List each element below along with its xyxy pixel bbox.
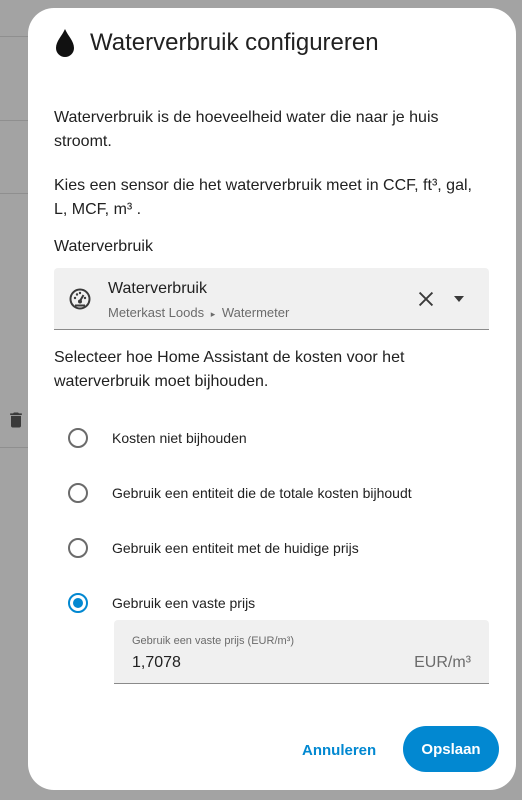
dialog-header: Waterverbruik configureren: [54, 28, 379, 58]
cost-option-fixed-price[interactable]: Gebruik een vaste prijs: [68, 593, 255, 613]
radio-button-selected[interactable]: [68, 593, 88, 613]
fixed-price-input[interactable]: 1,7078: [132, 654, 181, 672]
water-consumption-dialog: Waterverbruik configureren Waterverbruik…: [28, 8, 516, 790]
radio-button[interactable]: [68, 538, 88, 558]
fixed-price-unit: EUR/m³: [414, 654, 471, 671]
sensor-area: Meterkast Loods: [108, 305, 205, 320]
selected-sensor-context: Meterkast Loods ▸ Watermeter: [108, 305, 289, 320]
background-divider: [0, 120, 30, 121]
dropdown-arrow-icon[interactable]: [453, 293, 465, 305]
save-button[interactable]: Opslaan: [403, 726, 499, 772]
background-divider: [0, 36, 30, 37]
radio-label: Gebruik een entiteit die de totale koste…: [112, 485, 412, 501]
cost-option-total-entity[interactable]: Gebruik een entiteit die de totale koste…: [68, 483, 412, 503]
intro-text: Waterverbruik is de hoeveelheid water di…: [54, 109, 439, 150]
radio-label: Kosten niet bijhouden: [112, 430, 247, 446]
radio-label: Gebruik een vaste prijs: [112, 595, 256, 611]
cancel-button[interactable]: Annuleren: [294, 730, 384, 770]
cost-option-price-entity[interactable]: Gebruik een entiteit met de huidige prij…: [68, 538, 359, 558]
radio-button[interactable]: [68, 483, 88, 503]
selected-sensor-name: Waterverbruik: [108, 280, 207, 297]
sensor-hint-text: Kies een sensor die het waterverbruik me…: [54, 177, 472, 218]
dialog-title: Waterverbruik configureren: [90, 29, 379, 56]
sensor-field-label: Waterverbruik: [54, 238, 153, 255]
cost-option-none[interactable]: Kosten niet bijhouden: [68, 428, 247, 448]
radio-label: Gebruik een entiteit met de huidige prij…: [112, 540, 359, 556]
delete-icon[interactable]: [6, 408, 26, 432]
water-drop-icon: [56, 29, 74, 57]
fixed-price-field[interactable]: Gebruik een vaste prijs (EUR/m³) 1,7078 …: [114, 620, 489, 684]
cost-hint-text: Selecteer hoe Home Assistant de kosten v…: [54, 349, 405, 390]
background-divider: [0, 193, 30, 194]
background-divider: [0, 447, 30, 448]
radio-button[interactable]: [68, 428, 88, 448]
fixed-price-label: Gebruik een vaste prijs (EUR/m³): [132, 635, 294, 647]
clear-icon[interactable]: [415, 288, 437, 310]
context-separator: ▸: [210, 309, 216, 319]
gauge-icon: [69, 288, 91, 310]
sensor-device: Watermeter: [221, 305, 290, 320]
sensor-select[interactable]: Waterverbruik Meterkast Loods ▸ Watermet…: [54, 268, 489, 330]
